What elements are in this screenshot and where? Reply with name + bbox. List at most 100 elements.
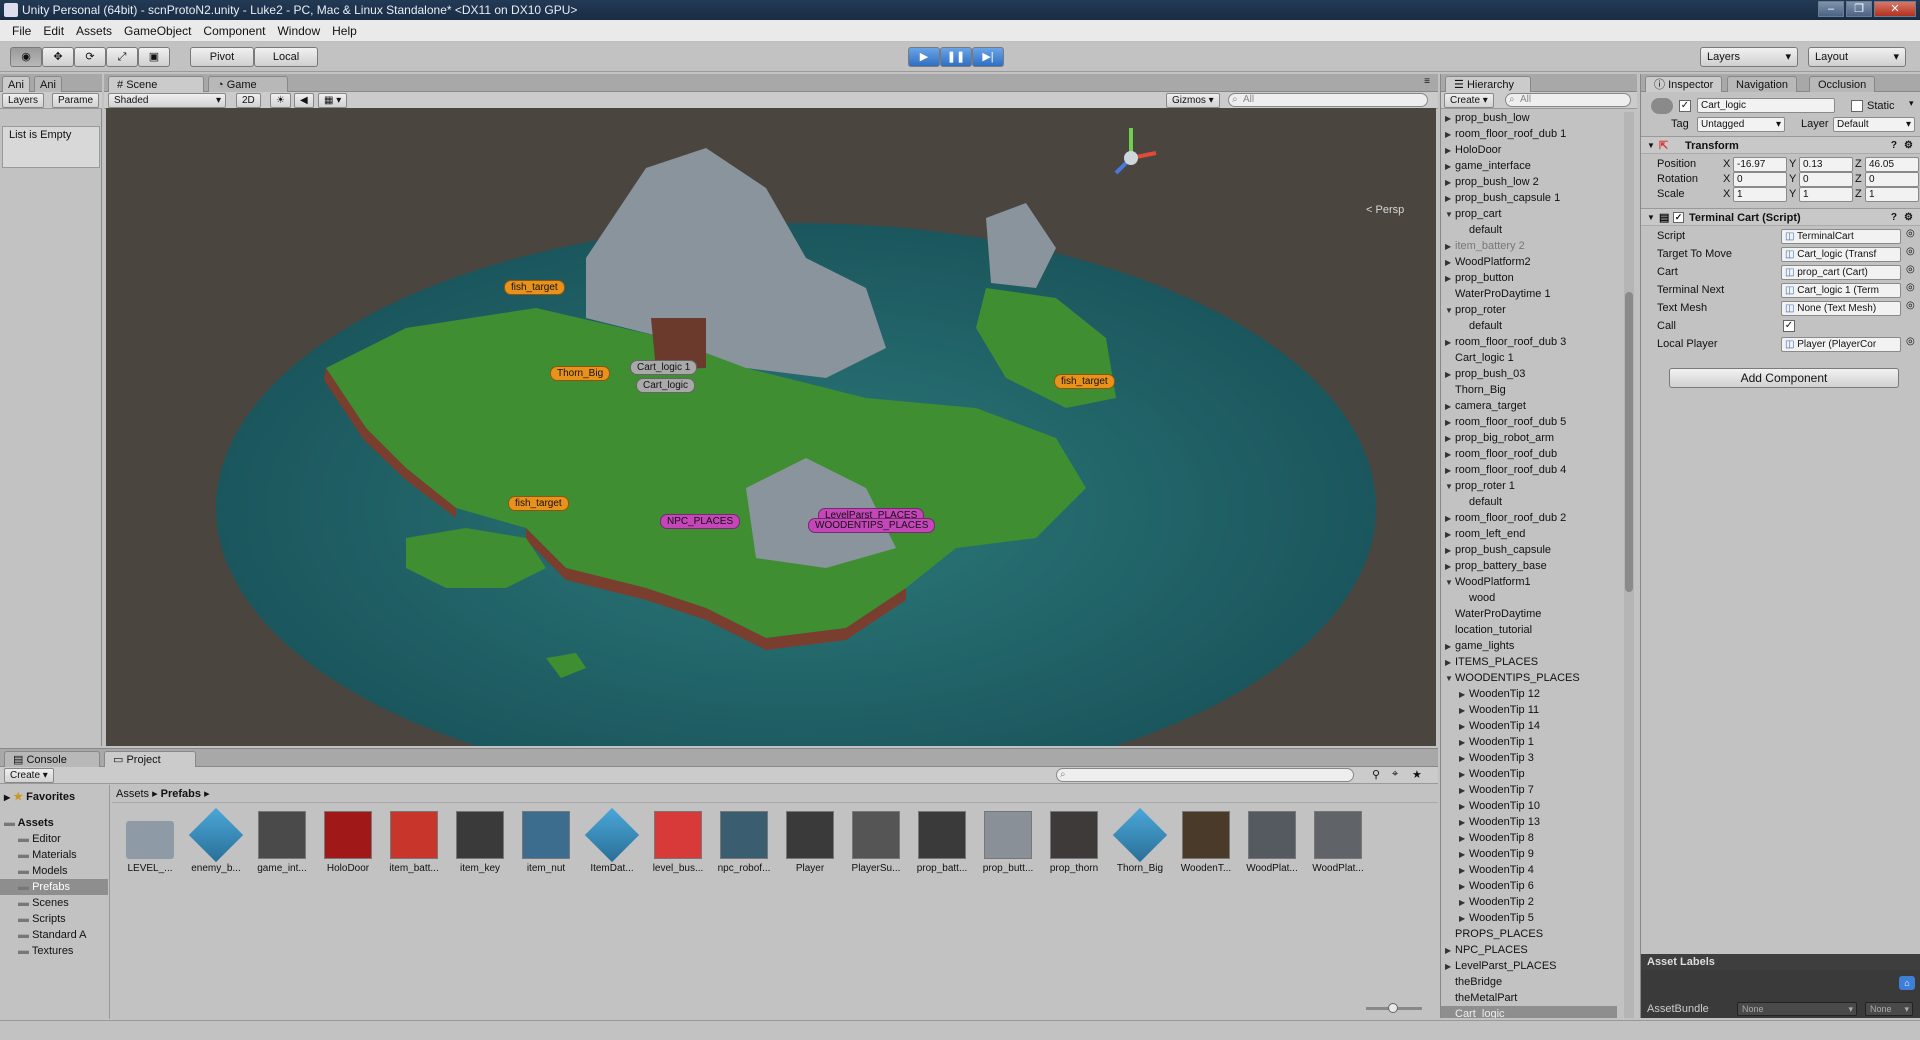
static-checkbox[interactable] — [1851, 100, 1863, 112]
label-fish-target-1[interactable]: fish_target — [504, 280, 565, 295]
hierarchy-item[interactable]: ▶ prop_battery_base — [1445, 558, 1547, 575]
hierarchy-item[interactable]: default — [1459, 222, 1502, 238]
object-picker-icon[interactable]: ◎ — [1906, 228, 1915, 239]
layout-dropdown[interactable]: Layout ▾ — [1808, 47, 1906, 67]
label-cart-logic-1[interactable]: Cart_logic 1 — [630, 360, 698, 375]
position-x-field[interactable]: -16.97 — [1733, 157, 1787, 172]
hierarchy-item[interactable]: ▶ prop_bush_capsule 1 — [1445, 190, 1560, 207]
label-thorn-big[interactable]: Thorn_Big — [550, 366, 611, 381]
hierarchy-item[interactable]: ▶ room_floor_roof_dub 1 — [1445, 126, 1566, 143]
hierarchy-item[interactable]: ▶ room_floor_roof_dub 4 — [1445, 462, 1566, 479]
object-picker-icon[interactable]: ◎ — [1906, 282, 1915, 293]
hierarchy-item[interactable]: ▶ WoodenTip 10 — [1459, 798, 1540, 815]
foldout-right-icon[interactable]: ▶ — [1459, 815, 1469, 831]
asset-item[interactable]: npc_robof... — [714, 811, 774, 874]
asset-item[interactable]: WoodPlat... — [1242, 811, 1302, 874]
asset-item[interactable]: Player — [780, 811, 840, 874]
foldout-right-icon[interactable]: ▶ — [1445, 639, 1455, 655]
rotation-y-field[interactable]: 0 — [1799, 172, 1853, 187]
move-tool-button[interactable]: ✥ — [42, 47, 74, 67]
tab-game[interactable]: ◔ Game — [208, 76, 288, 92]
local-button[interactable]: Local — [254, 47, 318, 67]
asset-folder-item[interactable]: ▬ Editor — [18, 831, 61, 847]
active-checkbox[interactable]: ✓ — [1679, 100, 1691, 112]
hierarchy-create-button[interactable]: Create ▾ — [1444, 93, 1494, 108]
tab-console[interactable]: ▤ Console — [4, 751, 100, 767]
hierarchy-item[interactable]: Thorn_Big — [1445, 382, 1506, 398]
hierarchy-item[interactable]: ▶ prop_bush_low 2 — [1445, 174, 1539, 191]
hierarchy-item[interactable]: ▶ prop_bush_capsule — [1445, 542, 1551, 559]
object-picker-icon[interactable]: ◎ — [1906, 264, 1915, 275]
hierarchy-item[interactable]: ▶ game_lights — [1445, 638, 1514, 655]
project-create-button[interactable]: Create ▾ — [4, 768, 54, 783]
position-z-field[interactable]: 46.05 — [1865, 157, 1919, 172]
hierarchy-item[interactable]: ▼ prop_roter — [1445, 302, 1506, 319]
assetbundle-name-dropdown[interactable]: None ▾ — [1737, 1002, 1857, 1016]
scale-x-field[interactable]: 1 — [1733, 187, 1787, 202]
maximize-button[interactable]: ❐ — [1846, 1, 1872, 17]
hierarchy-item[interactable]: location_tutorial — [1445, 622, 1532, 638]
minimize-button[interactable]: – — [1818, 1, 1844, 17]
foldout-right-icon[interactable]: ▶ — [1459, 847, 1469, 863]
asset-item[interactable]: game_int... — [252, 811, 312, 874]
breadcrumb-prefabs[interactable]: Prefabs — [161, 788, 201, 800]
foldout-right-icon[interactable]: ▶ — [1459, 687, 1469, 703]
hierarchy-item[interactable]: ▶ item_battery 2 — [1445, 238, 1525, 255]
hierarchy-item[interactable]: Cart_logic — [1441, 1006, 1617, 1018]
object-reference-field[interactable]: ◫ Cart_logic (Transf — [1781, 247, 1901, 262]
foldout-right-icon[interactable]: ▶ — [1459, 831, 1469, 847]
hierarchy-item[interactable]: default — [1459, 494, 1502, 510]
foldout-right-icon[interactable]: ▶ — [1445, 399, 1455, 415]
hierarchy-item[interactable]: ▼ prop_cart — [1445, 206, 1501, 223]
hierarchy-item[interactable]: ▶ room_floor_roof_dub 2 — [1445, 510, 1566, 527]
hierarchy-item[interactable]: theBridge — [1445, 974, 1502, 990]
foldout-right-icon[interactable]: ▶ — [1445, 431, 1455, 447]
asset-folder-item[interactable]: ▬ Prefabs — [0, 879, 108, 895]
chevron-down-icon[interactable]: ▾ — [1909, 98, 1914, 109]
hierarchy-item[interactable]: ▶ room_left_end — [1445, 526, 1525, 543]
foldout-right-icon[interactable]: ▶ — [1445, 191, 1455, 207]
hierarchy-item[interactable]: ▶ ITEMS_PLACES — [1445, 654, 1538, 671]
tab-project[interactable]: ▭ Project — [104, 751, 196, 767]
scale-y-axis-label[interactable]: Y — [1789, 186, 1796, 202]
filter-label-icon[interactable]: ⌖ — [1392, 768, 1398, 781]
hierarchy-scrollbar[interactable] — [1624, 112, 1634, 1018]
foldout-right-icon[interactable]: ▶ — [1445, 463, 1455, 479]
hierarchy-item[interactable]: wood — [1459, 590, 1495, 606]
hierarchy-item[interactable]: ▶ WoodenTip 3 — [1459, 750, 1534, 767]
rotation-x-axis-label[interactable]: X — [1723, 171, 1730, 187]
hierarchy-item[interactable]: ▶ WoodenTip 8 — [1459, 830, 1534, 847]
hierarchy-item[interactable]: PROPS_PLACES — [1445, 926, 1543, 942]
tab-animator[interactable]: Ani — [34, 76, 62, 92]
foldout-right-icon[interactable]: ▶ — [1459, 783, 1469, 799]
hierarchy-item[interactable]: ▶ WoodenTip 4 — [1459, 862, 1534, 879]
asset-item[interactable]: level_bus... — [648, 811, 708, 874]
asset-folder-item[interactable]: ▬ Assets — [4, 815, 54, 831]
2d-toggle[interactable]: 2D — [236, 93, 261, 108]
menu-help[interactable]: Help — [326, 24, 363, 38]
hierarchy-item[interactable]: ▶ room_floor_roof_dub 3 — [1445, 334, 1566, 351]
hierarchy-item[interactable]: ▶ WoodenTip 5 — [1459, 910, 1534, 927]
tab-inspector[interactable]: ⓘ Inspector — [1645, 76, 1723, 92]
hierarchy-item[interactable]: ▶ camera_target — [1445, 398, 1526, 415]
shading-dropdown[interactable]: Shaded ▾ — [108, 93, 226, 108]
scale-x-axis-label[interactable]: X — [1723, 186, 1730, 202]
foldout-down-icon[interactable]: ▼ — [1445, 671, 1455, 687]
scene-orientation-gizmo[interactable] — [1114, 128, 1157, 175]
foldout-right-icon[interactable]: ▶ — [1445, 127, 1455, 143]
add-component-button[interactable]: Add Component — [1669, 368, 1899, 388]
hierarchy-item[interactable]: ▶ WoodenTip 11 — [1459, 702, 1539, 719]
foldout-right-icon[interactable]: ▶ — [1445, 367, 1455, 383]
panel-menu-icon[interactable]: ≡ — [1424, 76, 1430, 87]
hierarchy-item[interactable]: ▶ LevelParst_PLACES — [1445, 958, 1557, 975]
pause-button[interactable]: ❚❚ — [940, 47, 972, 67]
hierarchy-scroll-thumb[interactable] — [1625, 292, 1633, 592]
foldout-right-icon[interactable]: ▶ — [1445, 959, 1455, 975]
gear-icon[interactable]: ⚙ — [1904, 137, 1913, 155]
hierarchy-item[interactable]: ▶ prop_bush_low — [1445, 110, 1530, 127]
zoom-slider-track[interactable] — [1366, 1003, 1422, 1013]
hierarchy-item[interactable]: ▶ room_floor_roof_dub — [1445, 446, 1557, 463]
foldout-right-icon[interactable]: ▶ — [1459, 911, 1469, 927]
view-tool-button[interactable]: ◉ — [10, 47, 42, 67]
hierarchy-item[interactable]: ▶ WoodPlatform2 — [1445, 254, 1531, 271]
